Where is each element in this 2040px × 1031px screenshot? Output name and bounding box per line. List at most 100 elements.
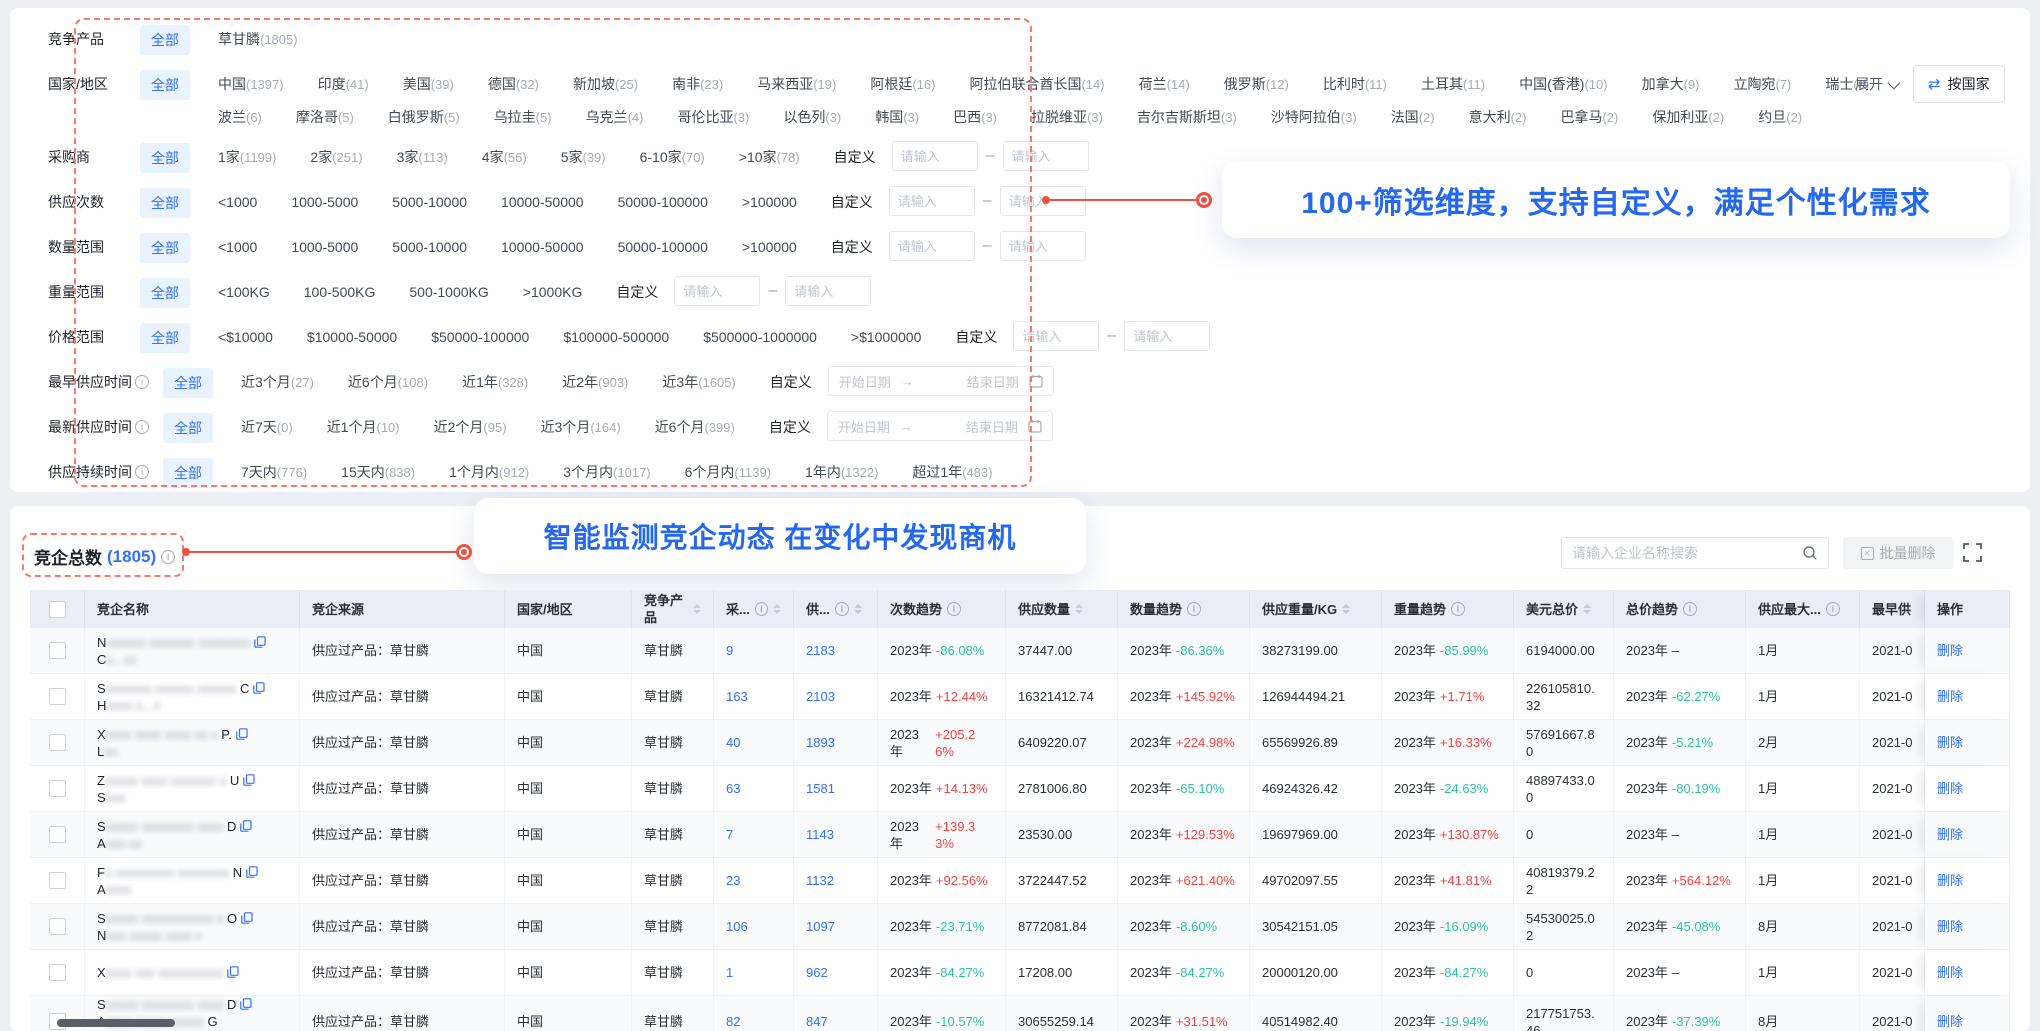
filter-option[interactable]: 1000-5000 [291, 237, 358, 257]
range-min-input[interactable] [892, 141, 978, 171]
date-range-input[interactable]: 开始日期→结束日期 [828, 366, 1054, 396]
select-all-checkbox[interactable] [49, 601, 66, 618]
filter-option[interactable]: 沙特阿拉伯(3) [1271, 107, 1357, 128]
filter-option[interactable]: 近7天(0) [241, 417, 293, 438]
delete-link[interactable]: 删除 [1937, 964, 1963, 981]
filter-all-badge[interactable]: 全部 [140, 188, 190, 218]
sort-icon[interactable] [693, 600, 701, 618]
filter-option[interactable]: 乌拉圭(5) [494, 107, 552, 128]
filter-option[interactable]: 白俄罗斯(5) [388, 107, 460, 128]
filter-option[interactable]: 美国(39) [403, 74, 454, 95]
supplies-count-link[interactable]: 2103 [806, 688, 835, 705]
filter-option[interactable]: 土耳其(11) [1421, 74, 1485, 95]
filter-option[interactable]: $50000-100000 [431, 327, 529, 347]
filter-all-badge[interactable]: 全部 [140, 323, 190, 353]
filter-option[interactable]: $100000-500000 [563, 327, 669, 347]
custom-range-label[interactable]: 自定义 [770, 365, 812, 392]
filter-option[interactable]: 3个月内(1017) [563, 462, 650, 483]
range-min-input[interactable] [674, 276, 760, 306]
filter-option[interactable]: 荷兰(14) [1139, 74, 1190, 95]
buyers-count-link[interactable]: 9 [726, 642, 733, 659]
info-icon[interactable]: i [1187, 602, 1201, 616]
info-icon[interactable]: i [161, 550, 175, 564]
delete-link[interactable]: 删除 [1937, 688, 1963, 705]
filter-option[interactable]: 3家(113) [397, 147, 448, 168]
range-min-input[interactable] [889, 186, 975, 216]
delete-link[interactable]: 删除 [1937, 780, 1963, 797]
filter-option[interactable]: 波兰(6) [218, 107, 262, 128]
filter-option[interactable]: <1000 [218, 192, 257, 212]
buyers-count-link[interactable]: 106 [726, 918, 748, 935]
delete-link[interactable]: 删除 [1937, 872, 1963, 889]
filter-option[interactable]: 中国(香港)(10) [1519, 74, 1607, 95]
buyers-count-link[interactable]: 163 [726, 688, 748, 705]
filter-option[interactable]: >1000KG [523, 282, 583, 302]
filter-option[interactable]: $500000-1000000 [703, 327, 817, 347]
filter-option[interactable]: 4家(56) [482, 147, 527, 168]
filter-option[interactable]: <1000 [218, 237, 257, 257]
copy-icon[interactable] [243, 774, 255, 786]
filter-option[interactable]: 立陶宛(7) [1733, 74, 1791, 95]
info-icon[interactable]: i [1683, 602, 1697, 616]
filter-option[interactable]: $10000-50000 [307, 327, 397, 347]
search-icon[interactable] [1802, 545, 1818, 561]
filter-option[interactable]: 印度(41) [318, 74, 369, 95]
filter-option[interactable]: 2家(251) [310, 147, 362, 168]
sort-icon[interactable] [1075, 600, 1083, 618]
filter-all-badge[interactable]: 全部 [163, 368, 213, 398]
filter-option[interactable]: 巴西(3) [953, 107, 997, 128]
filter-option[interactable]: 保加利亚(2) [1652, 107, 1724, 128]
filter-option[interactable]: 6个月内(1139) [685, 462, 771, 483]
info-icon[interactable]: i [1451, 602, 1465, 616]
expand-toggle[interactable]: 展开 [1855, 74, 1897, 94]
filter-option[interactable]: >100000 [742, 192, 797, 212]
copy-icon[interactable] [236, 728, 248, 740]
info-icon[interactable]: i [755, 602, 768, 616]
filter-all-badge[interactable]: 全部 [163, 458, 213, 488]
info-icon[interactable]: i [135, 420, 149, 434]
company-search-input[interactable] [1562, 545, 1802, 561]
filter-option[interactable]: 意大利(2) [1469, 107, 1527, 128]
filter-option[interactable]: 摩洛哥(5) [296, 107, 354, 128]
filter-option[interactable]: <$10000 [218, 327, 273, 347]
range-max-input[interactable] [1124, 321, 1210, 351]
filter-option[interactable]: 近3个月(27) [241, 372, 314, 393]
copy-icon[interactable] [241, 912, 253, 924]
filter-option[interactable]: 1家(1199) [218, 147, 276, 168]
filter-option[interactable]: 中国(1397) [218, 74, 284, 95]
filter-option[interactable]: <100KG [218, 282, 270, 302]
filter-all-badge[interactable]: 全部 [163, 413, 213, 443]
row-checkbox[interactable] [49, 918, 66, 935]
filter-option[interactable]: 草甘膦(1805) [218, 29, 298, 50]
filter-option[interactable]: 约旦(2) [1758, 107, 1802, 128]
delete-link[interactable]: 删除 [1937, 642, 1963, 659]
row-checkbox[interactable] [49, 734, 66, 751]
filter-option[interactable]: 德国(32) [488, 74, 539, 95]
filter-option[interactable]: 7天内(776) [241, 462, 307, 483]
filter-option[interactable]: 近2个月(95) [434, 417, 507, 438]
copy-icon[interactable] [253, 682, 265, 694]
info-icon[interactable]: i [135, 465, 149, 479]
row-checkbox[interactable] [49, 780, 66, 797]
custom-range-label[interactable]: 自定义 [831, 230, 873, 257]
range-max-input[interactable] [1000, 231, 1086, 261]
fullscreen-icon[interactable] [1963, 543, 1982, 562]
copy-icon[interactable] [246, 866, 258, 878]
filter-option[interactable]: 10000-50000 [501, 192, 584, 212]
delete-link[interactable]: 删除 [1937, 918, 1963, 935]
filter-option[interactable]: 100-500KG [304, 282, 376, 302]
sort-icon[interactable] [854, 600, 862, 618]
info-icon[interactable]: i [947, 602, 961, 616]
sort-icon[interactable] [773, 600, 781, 618]
supplies-count-link[interactable]: 1581 [806, 780, 835, 797]
custom-range-label[interactable]: 自定义 [616, 275, 658, 302]
filter-option[interactable]: 1000-5000 [291, 192, 358, 212]
filter-option[interactable]: 5家(39) [561, 147, 606, 168]
filter-option[interactable]: 以色列(3) [783, 107, 841, 128]
filter-option[interactable]: 近6个月(108) [348, 372, 428, 393]
filter-option[interactable]: 拉脱维亚(3) [1031, 107, 1103, 128]
info-icon[interactable]: i [1826, 602, 1840, 616]
by-country-button[interactable]: ⇄ 按国家 [1913, 65, 2005, 103]
row-checkbox[interactable] [49, 872, 66, 889]
custom-range-label[interactable]: 自定义 [834, 140, 876, 167]
